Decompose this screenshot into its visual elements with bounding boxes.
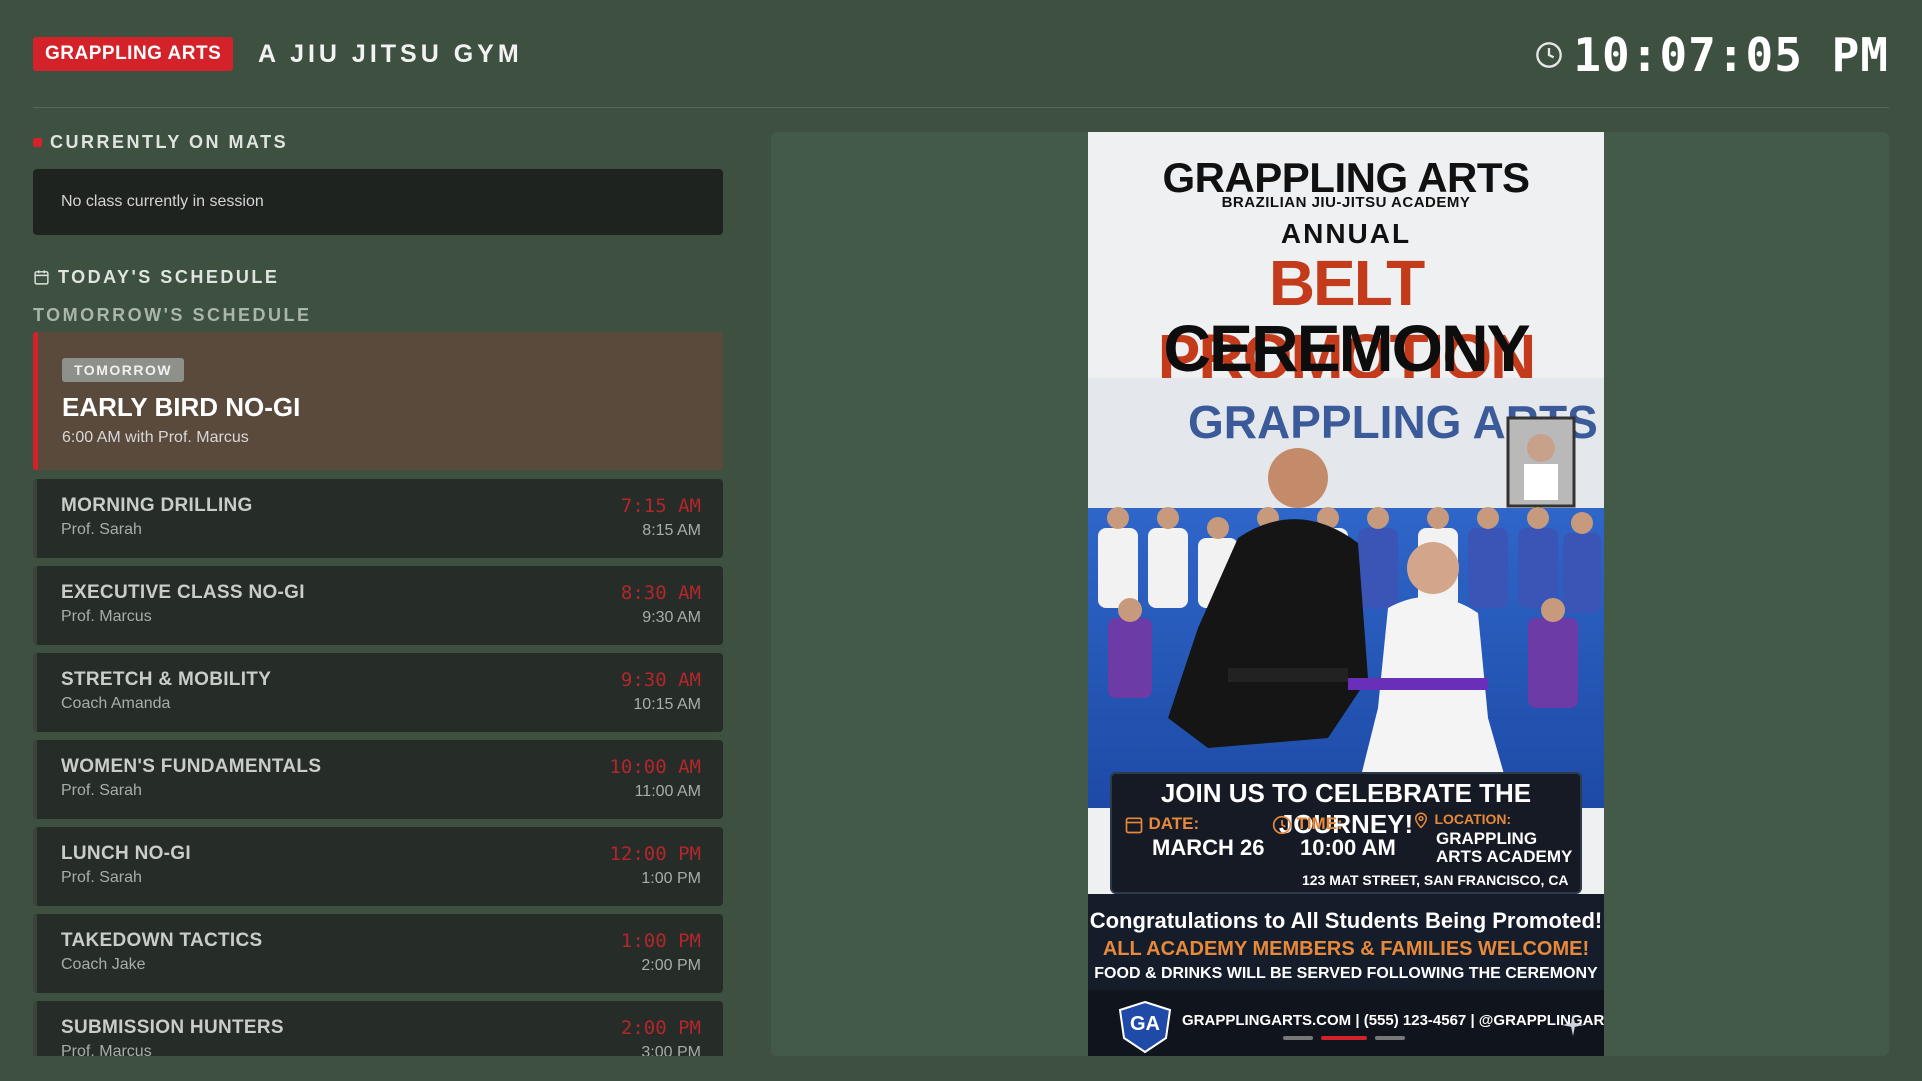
class-instructor: Prof. Sarah bbox=[61, 869, 142, 886]
poster-time: TIME: 10:00 AM bbox=[1272, 814, 1396, 861]
clock: 10:07:05 PM bbox=[1535, 28, 1889, 82]
poster-ceremony: CEREMONY bbox=[1163, 311, 1530, 385]
carousel-indicators bbox=[1283, 1036, 1405, 1040]
class-instructor: Coach Amanda bbox=[61, 695, 171, 712]
class-start-time: 7:15 AM bbox=[620, 495, 701, 517]
class-row[interactable]: TAKEDOWN TACTICS Coach Jake 1:00 PM 2:00… bbox=[33, 914, 723, 993]
on-mats-status: No class currently in session bbox=[33, 169, 723, 235]
event-poster: GRAPPLING ARTS BRAZILIAN JIU-JITSU ACADE… bbox=[1088, 132, 1604, 1056]
ga-logo-icon: GA bbox=[1118, 1000, 1172, 1054]
svg-text:GA: GA bbox=[1130, 1013, 1160, 1035]
clock-time: 10:07:05 PM bbox=[1573, 28, 1889, 82]
carousel-dot-active[interactable] bbox=[1321, 1036, 1367, 1040]
class-end-time: 2:00 PM bbox=[641, 957, 701, 974]
media-panel: GRAPPLING ARTS BRAZILIAN JIU-JITSU ACADE… bbox=[771, 132, 1889, 1056]
class-instructor: Prof. Marcus bbox=[61, 1043, 152, 1056]
poster-subtitle: BRAZILIAN JIU-JITSU ACADEMY bbox=[1221, 194, 1471, 211]
class-start-time: 1:00 PM bbox=[620, 930, 701, 952]
calendar-icon bbox=[34, 270, 49, 285]
today-heading: TODAY'S SCHEDULE bbox=[33, 267, 279, 288]
poster-info-box: JOIN US TO CELEBRATE THE JOURNEY! DATE: … bbox=[1110, 772, 1582, 894]
class-start-time: 8:30 AM bbox=[620, 582, 701, 604]
class-end-time: 1:00 PM bbox=[641, 870, 701, 887]
class-end-time: 8:15 AM bbox=[642, 522, 701, 539]
today-label: TODAY'S SCHEDULE bbox=[58, 267, 280, 287]
brand-badge: GRAPPLING ARTS bbox=[33, 37, 234, 71]
location-icon bbox=[1414, 812, 1428, 829]
schedule-panel: CURRENTLY ON MATS No class currently in … bbox=[33, 124, 723, 1056]
class-start-time: 12:00 PM bbox=[609, 843, 701, 865]
class-start-time: 10:00 AM bbox=[609, 756, 701, 778]
class-list: MORNING DRILLING Prof. Sarah 7:15 AM 8:1… bbox=[33, 479, 723, 1056]
poster-address: 123 MAT STREET, SAN FRANCISCO, CA bbox=[1302, 872, 1569, 888]
class-name: MORNING DRILLING bbox=[61, 495, 253, 516]
poster-photo: GRAPPLING ARTS bbox=[1088, 378, 1604, 808]
tomorrow-label: TOMORROW'S SCHEDULE bbox=[33, 305, 312, 325]
poster-contact: GRAPPLINGARTS.COM | (555) 123-4567 | @GR… bbox=[1182, 1012, 1604, 1029]
class-end-time: 9:30 AM bbox=[642, 609, 701, 626]
class-row[interactable]: STRETCH & MOBILITY Coach Amanda 9:30 AM … bbox=[33, 653, 723, 732]
class-row[interactable]: EXECUTIVE CLASS NO-GI Prof. Marcus 8:30 … bbox=[33, 566, 723, 645]
class-start-time: 9:30 AM bbox=[620, 669, 701, 691]
carousel-dot[interactable] bbox=[1375, 1036, 1405, 1040]
class-end-time: 11:00 AM bbox=[634, 783, 701, 800]
date-icon bbox=[1125, 817, 1143, 834]
class-end-time: 10:15 AM bbox=[633, 696, 701, 713]
sparkle-icon bbox=[1562, 1014, 1584, 1036]
class-name: TAKEDOWN TACTICS bbox=[61, 930, 263, 951]
class-instructor: Prof. Sarah bbox=[61, 521, 142, 538]
clock-icon bbox=[1536, 42, 1563, 68]
class-name: STRETCH & MOBILITY bbox=[61, 669, 272, 690]
class-row[interactable]: LUNCH NO-GI Prof. Sarah 12:00 PM 1:00 PM bbox=[33, 827, 723, 906]
poster-date: DATE: MARCH 26 bbox=[1124, 814, 1264, 861]
class-row[interactable]: SUBMISSION HUNTERS Prof. Marcus 2:00 PM … bbox=[33, 1001, 723, 1056]
class-name: SUBMISSION HUNTERS bbox=[61, 1017, 284, 1038]
featured-class-detail: 6:00 AM with Prof. Marcus bbox=[62, 429, 249, 446]
class-instructor: Prof. Sarah bbox=[61, 782, 142, 799]
class-instructor: Coach Jake bbox=[61, 956, 146, 973]
tomorrow-tag: TOMORROW bbox=[62, 358, 185, 382]
class-row[interactable]: WOMEN'S FUNDAMENTALS Prof. Sarah 10:00 A… bbox=[33, 740, 723, 819]
poster-footer: GA GRAPPLINGARTS.COM | (555) 123-4567 | … bbox=[1088, 990, 1604, 1056]
carousel-dot[interactable] bbox=[1283, 1036, 1313, 1040]
class-name: EXECUTIVE CLASS NO-GI bbox=[61, 582, 305, 603]
poster-welcome: ALL ACADEMY MEMBERS & FAMILIES WELCOME! bbox=[1102, 938, 1590, 960]
brand-tagline: A JIU JITSU GYM bbox=[258, 40, 523, 68]
class-start-time: 2:00 PM bbox=[620, 1017, 701, 1039]
poster-lower: Congratulations to All Students Being Pr… bbox=[1088, 894, 1604, 1056]
featured-class-card[interactable]: TOMORROW EARLY BIRD NO-GI 6:00 AM with P… bbox=[33, 332, 723, 470]
on-mats-label: CURRENTLY ON MATS bbox=[50, 132, 289, 152]
featured-class-name: EARLY BIRD NO-GI bbox=[62, 392, 301, 422]
poster-food: FOOD & DRINKS WILL BE SERVED FOLLOWING T… bbox=[1094, 965, 1598, 982]
poster-congrats: Congratulations to All Students Being Pr… bbox=[1089, 908, 1603, 933]
poster-location: LOCATION: GRAPPLING ARTS ACADEMY bbox=[1412, 810, 1572, 866]
class-instructor: Prof. Marcus bbox=[61, 608, 152, 625]
header: GRAPPLING ARTS A JIU JITSU GYM 10:07:05 … bbox=[33, 28, 1889, 108]
live-dot-icon bbox=[33, 138, 42, 147]
class-row[interactable]: MORNING DRILLING Prof. Sarah 7:15 AM 8:1… bbox=[33, 479, 723, 558]
on-mats-heading: CURRENTLY ON MATS bbox=[33, 132, 288, 153]
class-name: WOMEN'S FUNDAMENTALS bbox=[61, 756, 322, 777]
class-name: LUNCH NO-GI bbox=[61, 843, 191, 864]
time-icon bbox=[1272, 815, 1292, 834]
class-end-time: 3:00 PM bbox=[641, 1044, 701, 1056]
